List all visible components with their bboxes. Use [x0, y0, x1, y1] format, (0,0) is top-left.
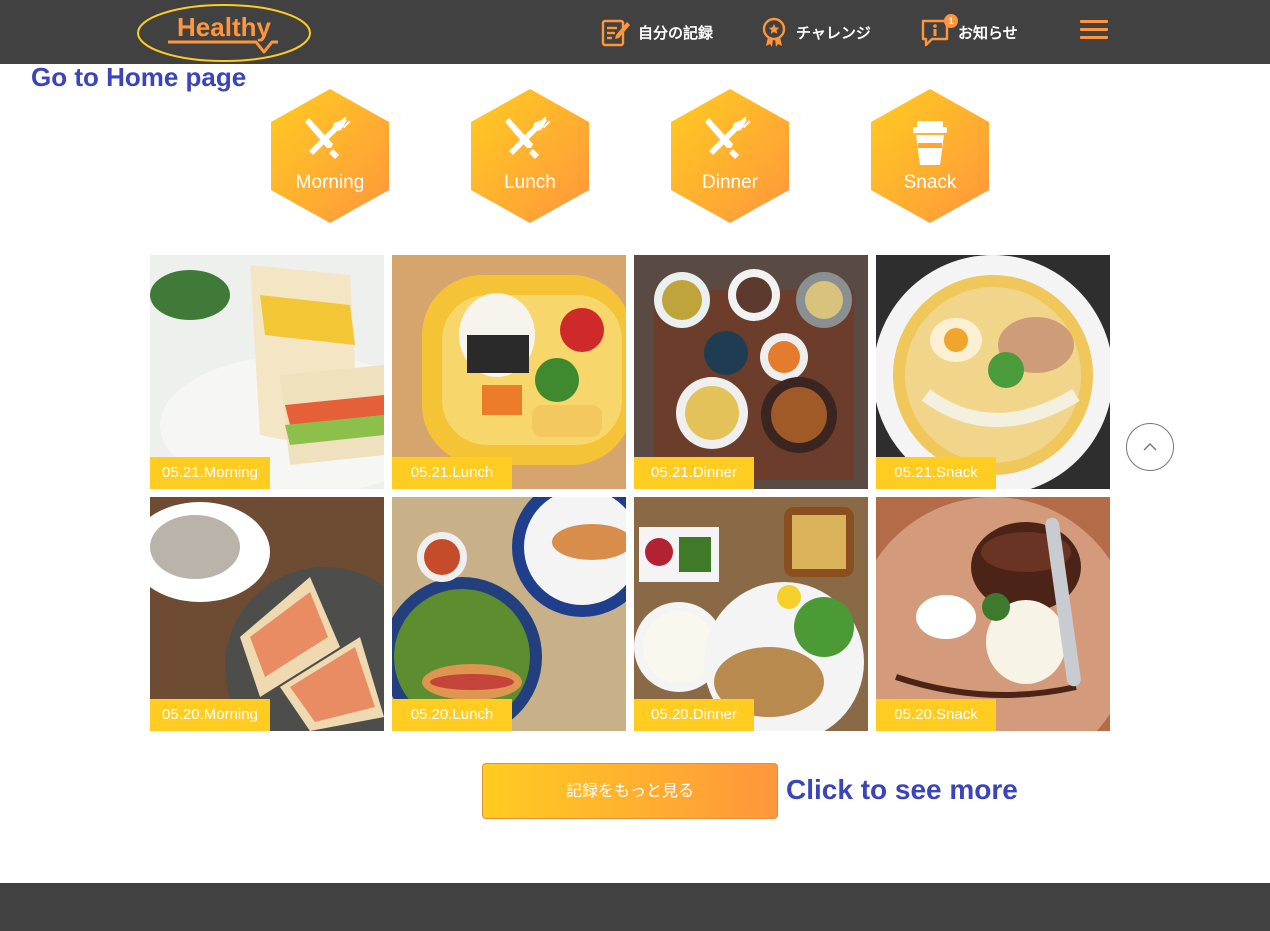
meal-record-tile[interactable]: 05.21.Dinner — [634, 255, 868, 489]
site-footer — [0, 883, 1270, 931]
meal-date-label: 05.20.Lunch — [392, 699, 512, 731]
meal-date-label: 05.20.Snack — [876, 699, 996, 731]
meal-photo — [150, 255, 384, 489]
meal-date-label: 05.21.Snack — [876, 457, 996, 489]
meal-photo — [392, 255, 626, 489]
logo-text: Healthy — [177, 12, 271, 42]
meal-record-tile[interactable]: 05.21.Morning — [150, 255, 384, 489]
category-morning-button[interactable]: Morning — [271, 89, 389, 223]
chevron-up-icon — [1143, 443, 1157, 451]
logo-icon: Healthy — [137, 4, 311, 62]
hamburger-menu-icon[interactable] — [1080, 18, 1108, 42]
see-more-records-button[interactable]: 記録をもっと見る — [482, 763, 778, 819]
meal-photo — [876, 255, 1110, 489]
meal-date-label: 05.21.Dinner — [634, 457, 754, 489]
meal-date-label: 05.20.Morning — [150, 699, 270, 731]
meal-record-tile[interactable]: 05.20.Snack — [876, 497, 1110, 731]
meal-record-tile[interactable]: 05.21.Lunch — [392, 255, 626, 489]
category-label: Dinner — [702, 172, 758, 193]
nav-challenge[interactable]: チャレンジ — [758, 14, 871, 50]
meal-date-label: 05.21.Morning — [150, 457, 270, 489]
meal-record-tile[interactable]: 05.21.Snack — [876, 255, 1110, 489]
see-more-annotation: Click to see more — [786, 774, 1018, 805]
nav-my-record-label: 自分の記録 — [638, 23, 714, 42]
home-page-annotation: Go to Home page — [31, 62, 247, 92]
nav-news[interactable]: 1 お知らせ — [920, 14, 1018, 50]
category-label: Snack — [903, 172, 957, 193]
meal-date-label: 05.20.Dinner — [634, 699, 754, 731]
category-dinner-button[interactable]: Dinner — [671, 89, 789, 223]
meal-record-tile[interactable]: 05.20.Dinner — [634, 497, 868, 731]
nav-challenge-label: チャレンジ — [796, 23, 871, 42]
challenge-medal-icon — [758, 16, 790, 48]
memo-icon — [600, 16, 632, 48]
meal-photo — [876, 497, 1110, 731]
meal-date-label: 05.21.Lunch — [392, 457, 512, 489]
nav-my-record[interactable]: 自分の記録 — [600, 14, 713, 50]
category-snack-button[interactable]: Snack — [871, 89, 989, 223]
meal-photo — [634, 255, 868, 489]
info-notification-icon: 1 — [920, 14, 958, 48]
category-label: Lunch — [504, 172, 556, 193]
scroll-to-top-button[interactable] — [1126, 423, 1174, 471]
category-label: Morning — [295, 172, 365, 193]
notification-badge: 1 — [944, 14, 958, 28]
meal-record-tile[interactable]: 05.20.Lunch — [392, 497, 626, 731]
nav-news-label: お知らせ — [958, 23, 1018, 42]
meal-photo — [150, 497, 384, 731]
site-header: Healthy 自分の記録 チャレンジ 1 お知らせ — [0, 0, 1270, 64]
meal-photo — [634, 497, 868, 731]
meal-record-tile[interactable]: 05.20.Morning — [150, 497, 384, 731]
meal-photo — [392, 497, 626, 731]
category-lunch-button[interactable]: Lunch — [471, 89, 589, 223]
logo-home-link[interactable]: Healthy — [136, 2, 312, 64]
